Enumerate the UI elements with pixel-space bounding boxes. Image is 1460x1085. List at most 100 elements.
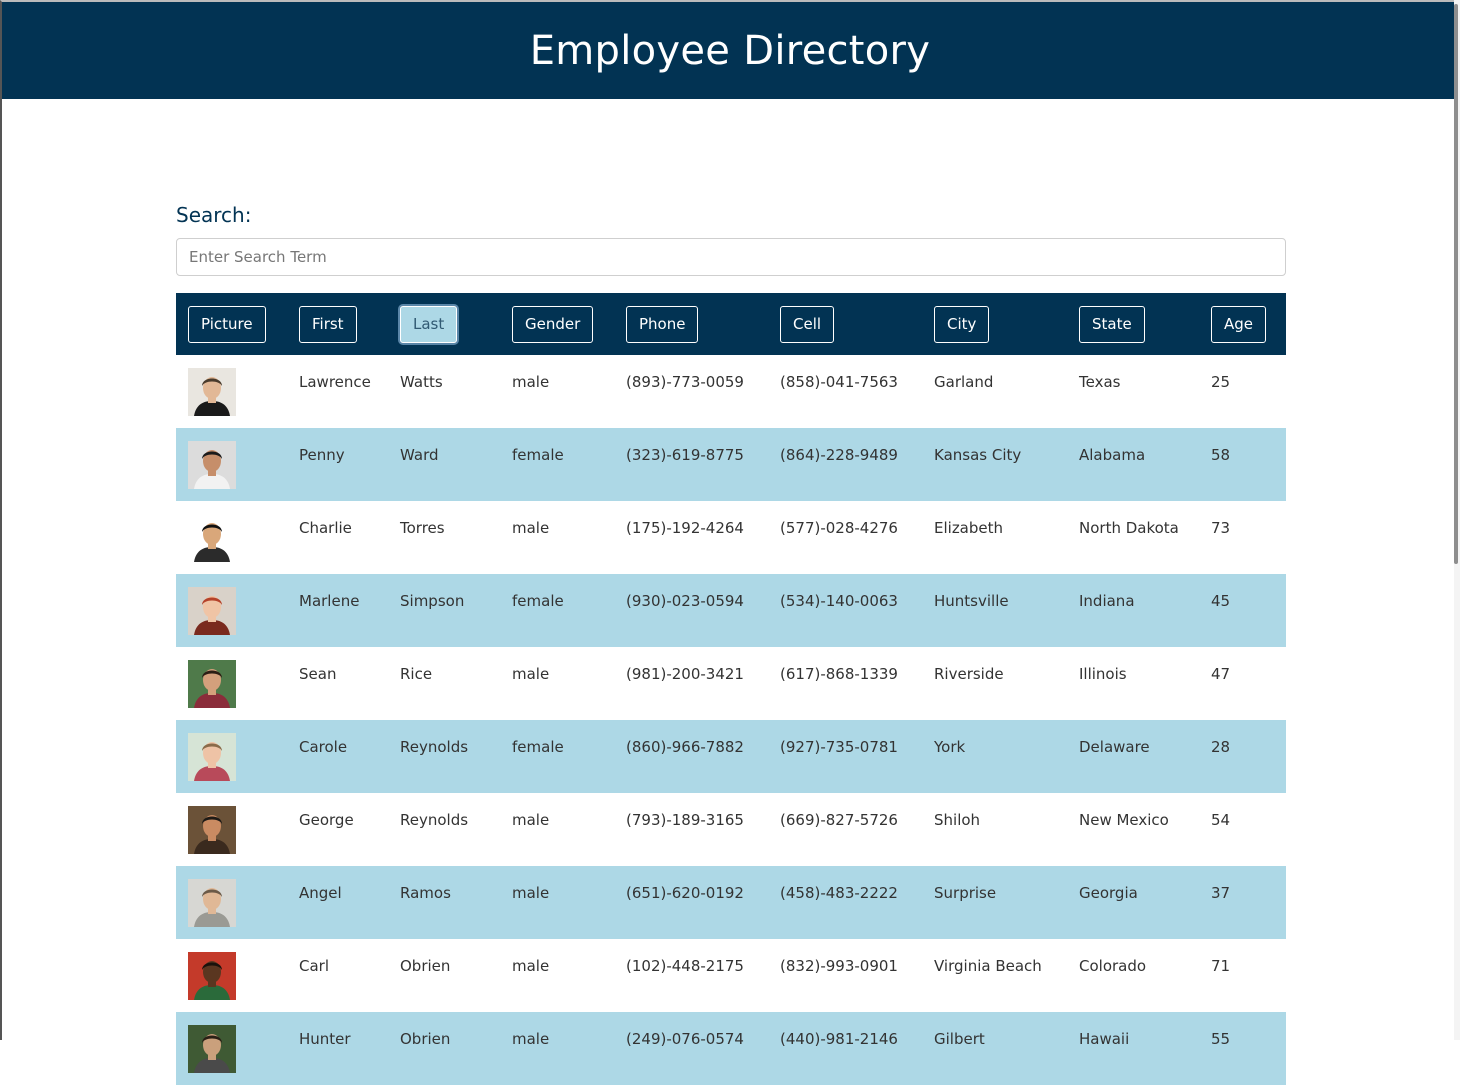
last-cell: Reynolds: [400, 811, 469, 829]
cell-cell: (864)-228-9489: [780, 446, 898, 464]
employee-avatar: [188, 587, 236, 635]
employee-avatar: [188, 733, 236, 781]
phone-cell: (793)-189-3165: [626, 811, 744, 829]
sort-gender-button[interactable]: Gender: [512, 305, 594, 343]
picture-cell: [176, 647, 287, 720]
cell-cell: (927)-735-0781: [780, 738, 898, 756]
phone-cell: (651)-620-0192: [626, 884, 744, 902]
table-header: Picture First Last Gender Phone Cell Cit…: [176, 293, 1286, 355]
city-cell: Riverside: [934, 665, 1004, 683]
phone-cell: (981)-200-3421: [626, 665, 744, 683]
state-cell: Texas: [1079, 373, 1121, 391]
state-cell: Delaware: [1079, 738, 1150, 756]
sort-age-button[interactable]: Age: [1211, 305, 1267, 343]
age-cell: 54: [1211, 811, 1231, 829]
age-cell: 71: [1211, 957, 1231, 975]
first-cell: Marlene: [299, 592, 360, 610]
gender-cell: female: [512, 738, 564, 756]
table-row: Carl Obrien male (102)-448-2175 (832)-993-09…: [176, 939, 1286, 1012]
table-row: Angel Ramos male (651)-620-0192 (458)-483-22…: [176, 866, 1286, 939]
phone-cell: (930)-023-0594: [626, 592, 744, 610]
last-cell: Rice: [400, 665, 433, 683]
employee-avatar: [188, 660, 236, 708]
first-cell: Sean: [299, 665, 337, 683]
state-cell: Colorado: [1079, 957, 1147, 975]
sort-city-button[interactable]: City: [934, 305, 990, 343]
employee-avatar: [188, 952, 236, 1000]
vertical-scrollbar[interactable]: [1454, 0, 1460, 1040]
city-cell: Shiloh: [934, 811, 981, 829]
first-cell: Penny: [299, 446, 345, 464]
age-cell: 55: [1211, 1030, 1231, 1048]
age-cell: 58: [1211, 446, 1231, 464]
gender-cell: male: [512, 373, 550, 391]
sort-last-button[interactable]: Last: [400, 305, 458, 343]
phone-cell: (893)-773-0059: [626, 373, 744, 391]
first-cell: Angel: [299, 884, 342, 902]
age-cell: 28: [1211, 738, 1231, 756]
city-cell: Virginia Beach: [934, 957, 1042, 975]
page-title: Employee Directory: [529, 27, 931, 74]
table-row: Carole Reynolds female (860)-966-7882 (927)-…: [176, 720, 1286, 793]
cell-cell: (669)-827-5726: [780, 811, 898, 829]
first-cell: Carl: [299, 957, 329, 975]
table-row: Penny Ward female (323)-619-8775 (864)-228-9…: [176, 428, 1286, 501]
sort-first-button[interactable]: First: [299, 305, 357, 343]
table-row: Sean Rice male (981)-200-3421 (617)-868-1339…: [176, 647, 1286, 720]
phone-cell: (175)-192-4264: [626, 519, 744, 537]
picture-cell: [176, 720, 287, 793]
picture-cell: [176, 1012, 287, 1085]
cell-cell: (458)-483-2222: [780, 884, 898, 902]
state-cell: Hawaii: [1079, 1030, 1130, 1048]
state-cell: Indiana: [1079, 592, 1135, 610]
cell-cell: (534)-140-0063: [780, 592, 898, 610]
cell-cell: (440)-981-2146: [780, 1030, 898, 1048]
search-input[interactable]: [176, 238, 1286, 276]
cell-cell: (832)-993-0901: [780, 957, 898, 975]
first-cell: George: [299, 811, 354, 829]
cell-cell: (858)-041-7563: [780, 373, 898, 391]
scrollbar-thumb[interactable]: [1454, 4, 1458, 564]
city-cell: York: [934, 738, 966, 756]
gender-cell: male: [512, 884, 550, 902]
cell-cell: (617)-868-1339: [780, 665, 898, 683]
employee-table: Picture First Last Gender Phone Cell Cit…: [176, 293, 1286, 1085]
sort-phone-button[interactable]: Phone: [626, 305, 699, 343]
first-cell: Charlie: [299, 519, 352, 537]
gender-cell: male: [512, 1030, 550, 1048]
last-cell: Watts: [400, 373, 443, 391]
phone-cell: (860)-966-7882: [626, 738, 744, 756]
picture-cell: [176, 866, 287, 939]
phone-cell: (323)-619-8775: [626, 446, 744, 464]
employee-avatar: [188, 368, 236, 416]
table-row: Hunter Obrien male (249)-076-0574 (440)-981-…: [176, 1012, 1286, 1085]
state-cell: Alabama: [1079, 446, 1146, 464]
phone-cell: (249)-076-0574: [626, 1030, 744, 1048]
employee-avatar: [188, 1025, 236, 1073]
age-cell: 25: [1211, 373, 1231, 391]
last-cell: Simpson: [400, 592, 465, 610]
state-cell: Georgia: [1079, 884, 1138, 902]
sort-cell-button[interactable]: Cell: [780, 305, 835, 343]
last-cell: Ward: [400, 446, 439, 464]
state-cell: New Mexico: [1079, 811, 1169, 829]
last-cell: Ramos: [400, 884, 451, 902]
phone-cell: (102)-448-2175: [626, 957, 744, 975]
picture-cell: [176, 501, 287, 574]
picture-cell: [176, 574, 287, 647]
age-cell: 37: [1211, 884, 1231, 902]
picture-cell: [176, 428, 287, 501]
employee-avatar: [188, 879, 236, 927]
city-cell: Elizabeth: [934, 519, 1004, 537]
page-header: Employee Directory: [2, 2, 1458, 99]
table-row: Charlie Torres male (175)-192-4264 (577)-028…: [176, 501, 1286, 574]
last-cell: Obrien: [400, 1030, 451, 1048]
sort-state-button[interactable]: State: [1079, 305, 1145, 343]
employee-avatar: [188, 806, 236, 854]
first-cell: Carole: [299, 738, 348, 756]
last-cell: Reynolds: [400, 738, 469, 756]
sort-picture-button[interactable]: Picture: [188, 305, 266, 343]
picture-cell: [176, 355, 287, 428]
age-cell: 47: [1211, 665, 1231, 683]
first-cell: Hunter: [299, 1030, 351, 1048]
